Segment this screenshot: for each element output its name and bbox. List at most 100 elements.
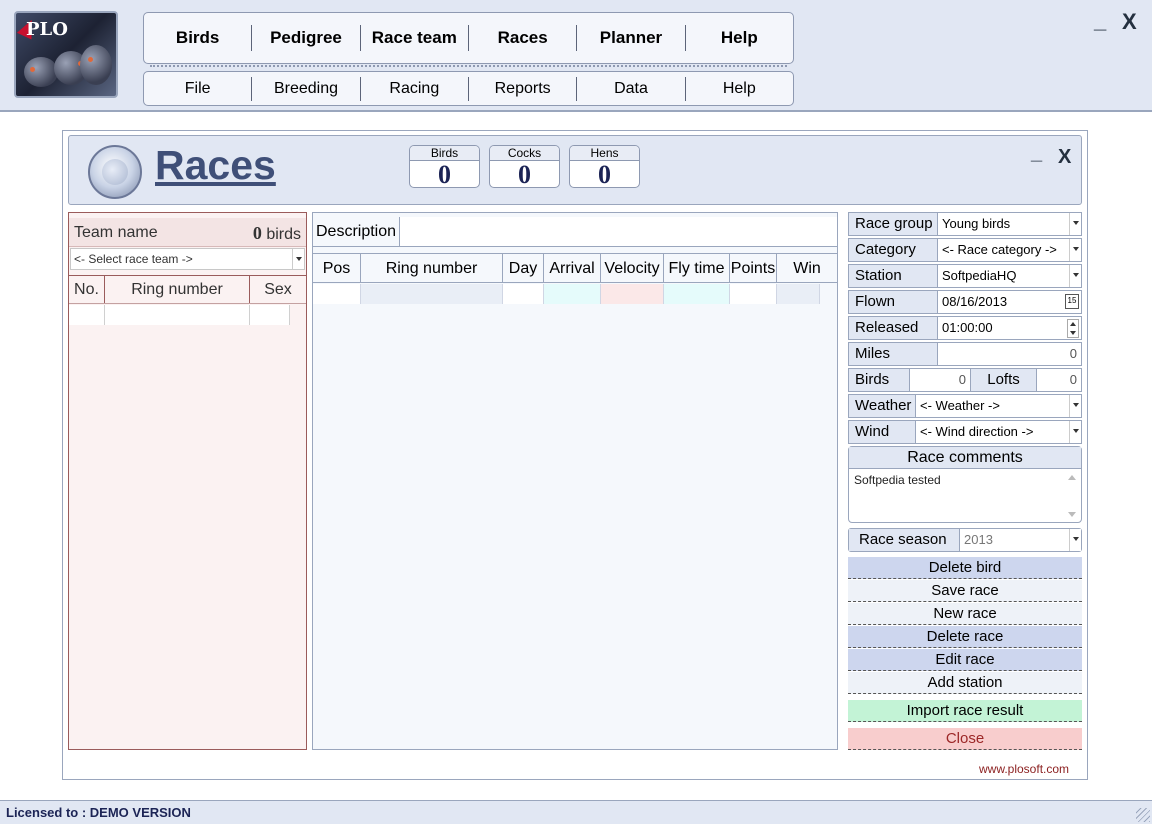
status-bar: Licensed to : DEMO VERSION (0, 800, 1152, 824)
window-minimize-button[interactable]: _ (1031, 142, 1042, 165)
sub-menu: File Breeding Racing Reports Data Help (143, 71, 794, 106)
column-sex[interactable]: Sex (250, 276, 306, 303)
chevron-down-icon[interactable] (1069, 529, 1081, 551)
counter-label: Birds (410, 146, 479, 161)
counter-value: 0 (518, 160, 531, 189)
race-results-grid: Description Pos Ring number Day Arrival … (312, 212, 838, 750)
menu-birds[interactable]: Birds (144, 25, 253, 51)
delete-bird-button[interactable]: Delete bird (848, 557, 1082, 579)
team-count-suffix: birds (266, 226, 301, 243)
wind-label: Wind (849, 421, 916, 443)
miles-input[interactable]: 0 (938, 343, 1081, 365)
wind-field: Wind <- Wind direction -> (848, 420, 1082, 444)
column-day[interactable]: Day (503, 254, 544, 282)
chevron-down-icon[interactable] (1069, 395, 1081, 417)
counter-value: 0 (438, 160, 451, 189)
submenu-reports[interactable]: Reports (469, 76, 578, 101)
column-win[interactable]: Win (777, 254, 837, 282)
flown-value: 08/16/2013 (942, 294, 1008, 309)
column-pos[interactable]: Pos (313, 254, 361, 282)
race-comments-textarea[interactable]: Softpedia tested (849, 469, 1081, 491)
team-name-label: Team name (74, 224, 158, 241)
chevron-down-icon[interactable] (1069, 213, 1081, 235)
app-minimize-button[interactable]: _ (1094, 8, 1106, 34)
column-velocity[interactable]: Velocity (601, 254, 664, 282)
wind-select[interactable]: <- Wind direction -> (916, 421, 1081, 443)
results-table-header: Pos Ring number Day Arrival Velocity Fly… (313, 253, 837, 283)
birds-label: Birds (849, 369, 910, 391)
lofts-input[interactable]: 0 (1037, 369, 1081, 391)
description-input[interactable] (400, 217, 837, 246)
column-arrival[interactable]: Arrival (544, 254, 601, 282)
submenu-data[interactable]: Data (577, 76, 686, 101)
menu-races[interactable]: Races (469, 25, 578, 51)
calendar-icon[interactable]: 15 (1065, 294, 1079, 309)
import-race-result-button[interactable]: Import race result (848, 700, 1082, 722)
races-window: Races Birds 0 Cocks 0 Hens 0 _ X Team na… (62, 130, 1088, 780)
category-field: Category <- Race category -> (848, 238, 1082, 262)
new-race-button[interactable]: New race (848, 603, 1082, 625)
chevron-down-icon[interactable] (1069, 421, 1081, 443)
station-field: Station SoftpediaHQ (848, 264, 1082, 288)
table-row[interactable] (69, 305, 290, 325)
team-count-value: 0 (252, 223, 262, 243)
race-team-select[interactable]: <- Select race team -> (70, 248, 305, 270)
menu-race-team[interactable]: Race team (361, 25, 469, 51)
window-close-button[interactable]: X (1058, 146, 1071, 169)
menu-pedigree[interactable]: Pedigree (252, 25, 361, 51)
miles-field: Miles 0 (848, 342, 1082, 366)
weather-label: Weather (849, 395, 916, 417)
save-race-button[interactable]: Save race (848, 580, 1082, 602)
main-menu: Birds Pedigree Race team Races Planner H… (143, 12, 794, 67)
column-fly-time[interactable]: Fly time (664, 254, 730, 282)
race-group-field: Race group Young birds (848, 212, 1082, 236)
chevron-down-icon[interactable] (1069, 239, 1081, 261)
category-value: <- Race category -> (942, 242, 1057, 257)
menu-planner[interactable]: Planner (577, 25, 686, 51)
add-station-button[interactable]: Add station (848, 672, 1082, 694)
submenu-breeding[interactable]: Breeding (252, 76, 361, 101)
resize-grip-icon[interactable] (1136, 808, 1150, 822)
race-season-select[interactable]: 2013 (960, 529, 1081, 551)
race-comments-label: Race comments (849, 447, 1081, 469)
column-ring-number[interactable]: Ring number (105, 276, 250, 303)
race-team-select-value: <- Select race team -> (74, 252, 193, 266)
chevron-down-icon[interactable] (1069, 265, 1081, 287)
station-value: SoftpediaHQ (942, 268, 1017, 283)
column-no[interactable]: No. (69, 276, 105, 303)
weather-select[interactable]: <- Weather -> (916, 395, 1081, 417)
scrollbar[interactable] (1066, 473, 1078, 519)
pigeon-icon (80, 45, 112, 85)
miles-label: Miles (849, 343, 938, 365)
website-link[interactable]: www.plosoft.com (979, 762, 1069, 776)
team-bird-count: 0 birds (253, 223, 301, 244)
edit-race-button[interactable]: Edit race (848, 649, 1082, 671)
time-stepper[interactable] (1067, 319, 1079, 338)
app-close-button[interactable]: X (1122, 9, 1137, 35)
birds-counter: Birds 0 (409, 145, 480, 188)
category-select[interactable]: <- Race category -> (938, 239, 1081, 261)
chevron-down-icon[interactable] (292, 249, 304, 269)
race-group-select[interactable]: Young birds (938, 213, 1081, 235)
delete-race-button[interactable]: Delete race (848, 626, 1082, 648)
counter-label: Hens (570, 146, 639, 161)
app-header: PLO Birds Pedigree Race team Races Plann… (0, 0, 1152, 112)
station-select[interactable]: SoftpediaHQ (938, 265, 1081, 287)
birds-input[interactable]: 0 (910, 369, 971, 391)
column-points[interactable]: Points (730, 254, 777, 282)
menu-help[interactable]: Help (686, 25, 793, 51)
plo-logo: PLO (14, 11, 118, 98)
released-time-input[interactable]: 01:00:00 (938, 317, 1081, 339)
submenu-file[interactable]: File (144, 76, 253, 101)
submenu-help[interactable]: Help (686, 77, 793, 101)
table-row[interactable] (313, 284, 820, 304)
column-ring-number[interactable]: Ring number (361, 254, 503, 282)
close-button[interactable]: Close (848, 728, 1082, 750)
description-row: Description (313, 217, 837, 247)
race-comments-box: Race comments Softpedia tested (848, 446, 1082, 523)
hens-counter: Hens 0 (569, 145, 640, 188)
submenu-racing[interactable]: Racing (361, 76, 469, 101)
pigeon-icon (24, 57, 58, 87)
flown-date-input[interactable]: 08/16/2013 15 (938, 291, 1081, 313)
team-table-header: No. Ring number Sex (69, 275, 306, 304)
